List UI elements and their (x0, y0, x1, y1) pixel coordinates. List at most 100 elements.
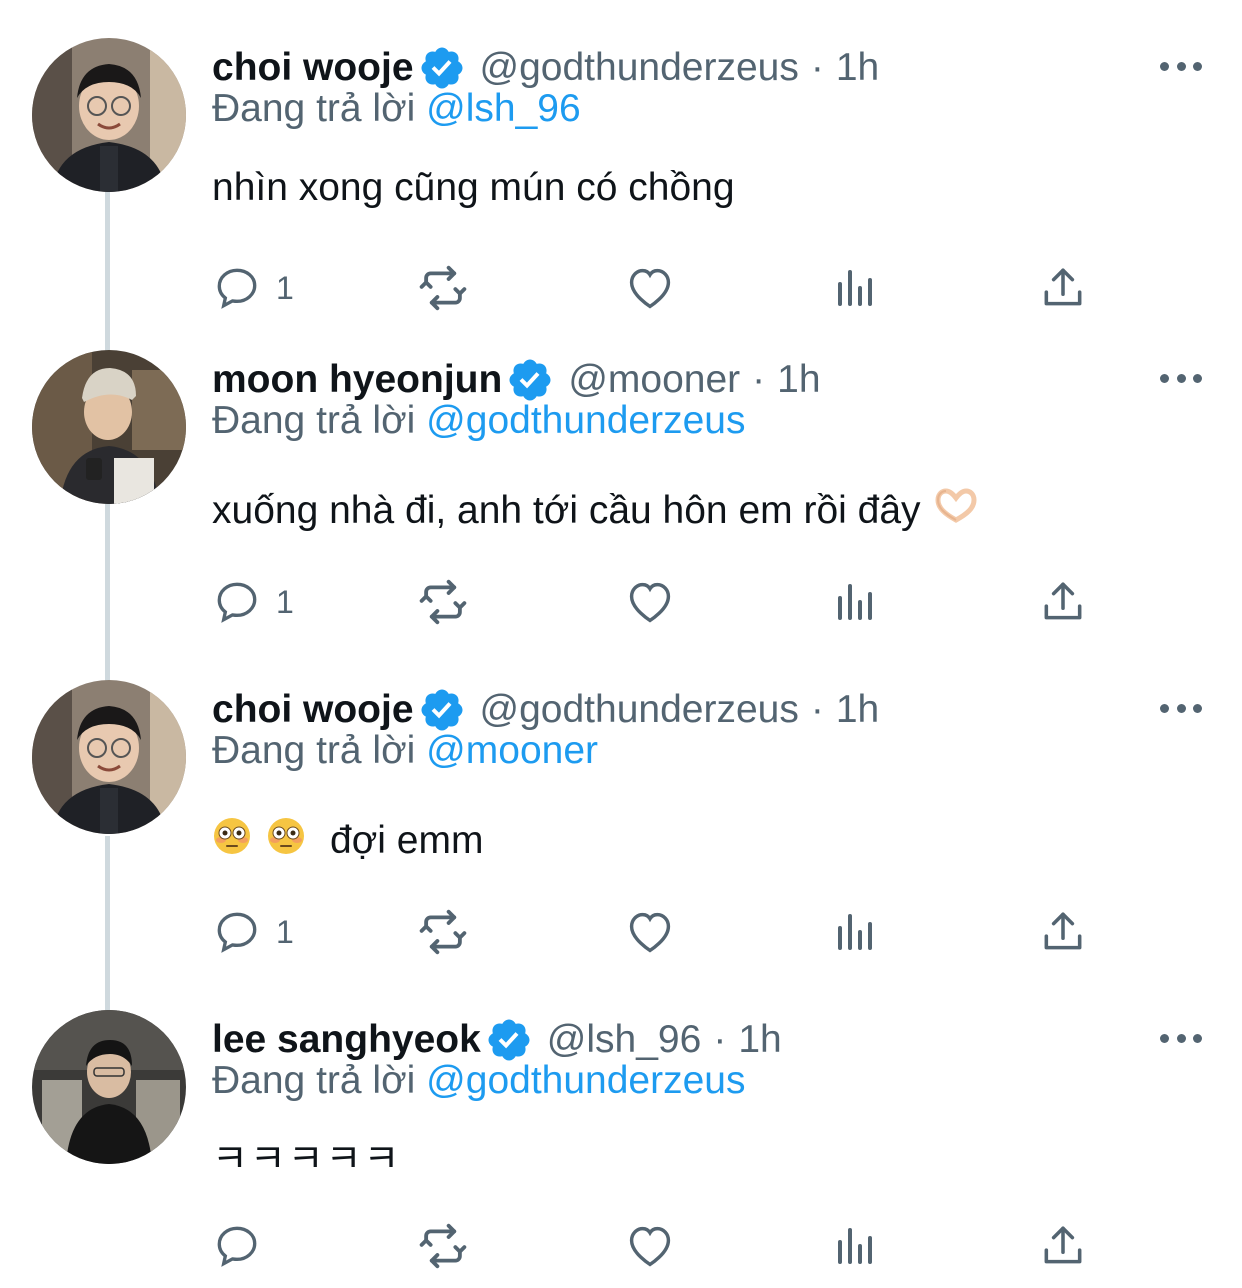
reply-mention[interactable]: @mooner (426, 729, 598, 772)
reply-icon (212, 577, 262, 627)
retweet-button[interactable] (416, 258, 470, 318)
timestamp[interactable]: 1h (777, 358, 820, 402)
retweet-icon (416, 261, 470, 315)
reply-icon (212, 1221, 262, 1271)
tweet-text-body: đợi emm (330, 819, 484, 862)
like-button[interactable] (624, 902, 676, 962)
replying-to: Đang trả lời @godthunderzeus (212, 399, 745, 443)
tweet[interactable]: choi wooje @godthunderzeus · 1h Đang trả… (0, 680, 1242, 970)
handle[interactable]: @godthunderzeus (480, 46, 799, 90)
share-button[interactable] (1038, 1216, 1088, 1276)
views-button[interactable] (832, 902, 880, 962)
retweet-icon (416, 1219, 470, 1273)
tweet[interactable]: lee sanghyeok @lsh_96 · 1h Đang trả lời … (0, 1010, 1242, 1288)
handle[interactable]: @lsh_96 (547, 1018, 702, 1062)
reply-button[interactable]: 1 (212, 902, 294, 962)
like-icon (624, 906, 676, 958)
share-button[interactable] (1038, 572, 1088, 632)
separator: · (810, 46, 824, 89)
reply-button[interactable] (212, 1216, 276, 1276)
reply-count: 1 (276, 583, 294, 620)
tweet-text-body: ㅋㅋㅋㅋㅋ (212, 1137, 402, 1182)
more-icon[interactable] (1160, 698, 1202, 718)
reply-count: 1 (276, 913, 294, 950)
flushed-face-emoji (266, 816, 306, 866)
more-icon[interactable] (1160, 56, 1202, 76)
verified-badge-icon (485, 1016, 533, 1064)
reply-icon (212, 907, 262, 957)
separator: · (752, 358, 766, 401)
share-icon (1038, 263, 1088, 313)
like-icon (624, 1220, 676, 1272)
avatar[interactable] (32, 350, 186, 504)
display-name[interactable]: choi wooje (212, 46, 414, 90)
share-icon (1038, 1221, 1088, 1271)
reply-mention[interactable]: @lsh_96 (426, 87, 581, 130)
reply-icon (212, 263, 262, 313)
separator: · (713, 1018, 727, 1061)
views-button[interactable] (832, 572, 880, 632)
tweet-text: đợi emm (212, 816, 483, 866)
retweet-button[interactable] (416, 902, 470, 962)
tweet[interactable]: moon hyeonjun @mooner · 1h Đang trả lời … (0, 350, 1242, 650)
tweet-text-body: xuống nhà đi, anh tới cầu hôn em rồi đây (212, 489, 921, 532)
replying-to: Đang trả lời @lsh_96 (212, 87, 581, 131)
flushed-face-emoji (212, 816, 252, 866)
handle[interactable]: @godthunderzeus (480, 688, 799, 732)
avatar[interactable] (32, 1010, 186, 1164)
like-button[interactable] (624, 1216, 676, 1276)
tweet[interactable]: choi wooje @godthunderzeus · 1h Đang trả… (0, 38, 1242, 328)
more-icon[interactable] (1160, 368, 1202, 388)
views-icon (832, 263, 880, 313)
views-button[interactable] (832, 1216, 880, 1276)
avatar[interactable] (32, 38, 186, 192)
tweet-text-body: nhìn xong cũng mún có chồng (212, 166, 735, 209)
verified-badge-icon (418, 686, 466, 734)
retweet-icon (416, 905, 470, 959)
retweet-button[interactable] (416, 572, 470, 632)
verified-badge-icon (506, 356, 554, 404)
separator: · (810, 688, 824, 731)
share-icon (1038, 907, 1088, 957)
tweet-text: xuống nhà đi, anh tới cầu hôn em rồi đây (212, 488, 977, 534)
reply-count: 1 (276, 269, 294, 306)
like-button[interactable] (624, 258, 676, 318)
action-bar (212, 1216, 1202, 1276)
reply-button[interactable]: 1 (212, 258, 294, 318)
handle[interactable]: @mooner (568, 358, 740, 402)
timestamp[interactable]: 1h (738, 1018, 781, 1062)
views-icon (832, 1221, 880, 1271)
retweet-icon (416, 575, 470, 629)
action-bar: 1 (212, 258, 1202, 318)
like-icon (624, 262, 676, 314)
views-button[interactable] (832, 258, 880, 318)
action-bar: 1 (212, 902, 1202, 962)
avatar[interactable] (32, 680, 186, 834)
share-button[interactable] (1038, 258, 1088, 318)
tweet-text: ㅋㅋㅋㅋㅋ (212, 1128, 401, 1184)
display-name[interactable]: lee sanghyeok (212, 1018, 481, 1062)
replying-label: Đang trả lời (212, 1059, 416, 1102)
more-icon[interactable] (1160, 1028, 1202, 1048)
reply-mention[interactable]: @godthunderzeus (426, 399, 745, 442)
retweet-button[interactable] (416, 1216, 470, 1276)
replying-to: Đang trả lời @mooner (212, 729, 598, 773)
like-icon (624, 576, 676, 628)
share-button[interactable] (1038, 902, 1088, 962)
replying-label: Đang trả lời (212, 87, 416, 130)
timestamp[interactable]: 1h (836, 688, 879, 732)
share-icon (1038, 577, 1088, 627)
display-name[interactable]: moon hyeonjun (212, 358, 502, 402)
like-button[interactable] (624, 572, 676, 632)
display-name[interactable]: choi wooje (212, 688, 414, 732)
reply-button[interactable]: 1 (212, 572, 294, 632)
timestamp[interactable]: 1h (836, 46, 879, 90)
heart-hands-emoji (935, 488, 977, 534)
replying-label: Đang trả lời (212, 729, 416, 772)
tweet-text: nhìn xong cũng mún có chồng (212, 166, 735, 210)
verified-badge-icon (418, 44, 466, 92)
views-icon (832, 577, 880, 627)
reply-mention[interactable]: @godthunderzeus (426, 1059, 745, 1102)
replying-to: Đang trả lời @godthunderzeus (212, 1059, 745, 1103)
action-bar: 1 (212, 572, 1202, 632)
